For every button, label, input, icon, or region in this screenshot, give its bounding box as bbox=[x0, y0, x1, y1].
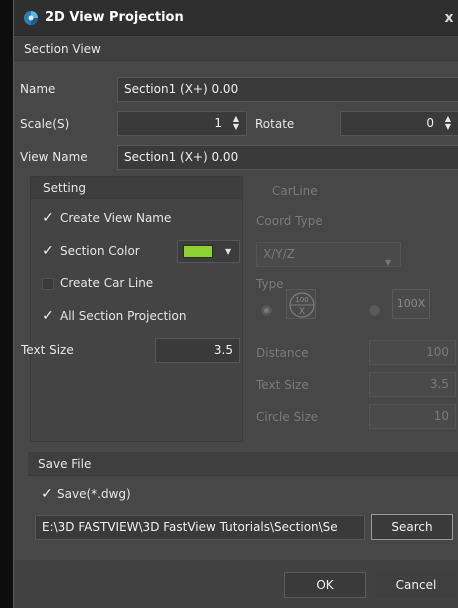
type-radio-square bbox=[369, 305, 380, 316]
check-icon[interactable]: ✓ bbox=[41, 309, 55, 323]
view-name-label: View Name bbox=[20, 150, 88, 164]
type-radio-circle bbox=[261, 305, 272, 316]
scale-value: 1 bbox=[214, 116, 222, 130]
check-icon[interactable]: ✓ bbox=[41, 244, 55, 258]
type-label: Type bbox=[256, 277, 284, 291]
all-section-projection-label[interactable]: All Section Projection bbox=[60, 309, 186, 323]
section-color-picker[interactable]: ▼ bbox=[177, 240, 240, 263]
create-car-line-checkbox[interactable] bbox=[42, 278, 54, 290]
carline-text-size-label: Text Size bbox=[256, 378, 309, 392]
search-button[interactable]: Search bbox=[371, 514, 453, 540]
coord-type-value: X/Y/Z bbox=[263, 247, 295, 261]
text-size-field[interactable]: 3.5 bbox=[155, 338, 240, 363]
svg-text:X: X bbox=[299, 307, 305, 317]
type-circle-text: 100 bbox=[295, 296, 308, 304]
section-view-header: Section View bbox=[14, 37, 458, 61]
coord-type-label: Coord Type bbox=[256, 214, 323, 228]
save-dwg-label[interactable]: Save(*.dwg) bbox=[57, 487, 131, 501]
rotate-value: 0 bbox=[426, 116, 434, 130]
app-logo-icon bbox=[24, 11, 38, 25]
cancel-button[interactable]: Cancel bbox=[376, 572, 456, 598]
setting-header: Setting bbox=[31, 177, 242, 199]
check-icon[interactable]: ✓ bbox=[40, 487, 54, 501]
name-label: Name bbox=[20, 82, 56, 96]
create-view-name-label[interactable]: Create View Name bbox=[60, 211, 171, 225]
circle-size-label: Circle Size bbox=[256, 410, 319, 424]
chevron-down-icon: ▼ bbox=[225, 247, 232, 256]
distance-field: 100 bbox=[369, 340, 456, 365]
color-swatch bbox=[183, 245, 213, 258]
text-size-label: Text Size bbox=[21, 343, 74, 357]
save-file-header: Save File bbox=[28, 452, 458, 476]
rotate-stepper[interactable]: 0 ▲ ▼ bbox=[340, 111, 458, 136]
spin-arrows-icon[interactable]: ▲ ▼ bbox=[442, 115, 454, 132]
name-field[interactable]: Section1 (X+) 0.00 bbox=[117, 77, 458, 102]
check-icon[interactable]: ✓ bbox=[41, 211, 55, 225]
spin-arrows-icon[interactable]: ▲ ▼ bbox=[230, 115, 242, 132]
coord-type-combo: X/Y/Z ▼ bbox=[256, 242, 401, 267]
title-bar[interactable]: 2D View Projection x bbox=[14, 0, 458, 36]
scale-stepper[interactable]: 1 ▲ ▼ bbox=[117, 111, 247, 136]
section-color-label[interactable]: Section Color bbox=[60, 244, 140, 258]
scale-label: Scale(S) bbox=[20, 117, 70, 131]
type-square-icon: 100X bbox=[392, 289, 430, 319]
window-title: 2D View Projection bbox=[45, 10, 184, 25]
create-car-line-label[interactable]: Create Car Line bbox=[60, 276, 153, 290]
type-circle-icon: 100 X bbox=[286, 289, 316, 319]
distance-label: Distance bbox=[256, 346, 309, 360]
dialog-footer: OK Cancel bbox=[14, 560, 458, 608]
carline-text-size-field: 3.5 bbox=[369, 372, 456, 397]
background-strip bbox=[0, 0, 13, 608]
dialog-window: 2D View Projection x Section View Name S… bbox=[13, 0, 458, 608]
rotate-label: Rotate bbox=[255, 117, 295, 131]
chevron-down-icon: ▼ bbox=[385, 258, 392, 267]
ok-button[interactable]: OK bbox=[284, 572, 366, 598]
view-name-field[interactable]: Section1 (X+) 0.00 bbox=[117, 145, 458, 170]
carline-header: CarLine bbox=[272, 184, 318, 198]
close-button[interactable]: x bbox=[439, 8, 458, 28]
circle-size-field: 10 bbox=[369, 404, 456, 429]
setting-group: Setting ✓ Create View Name ✓ Section Col… bbox=[21, 176, 243, 442]
save-path-field[interactable]: E:\3D FASTVIEW\3D FastView Tutorials\Sec… bbox=[35, 515, 365, 540]
